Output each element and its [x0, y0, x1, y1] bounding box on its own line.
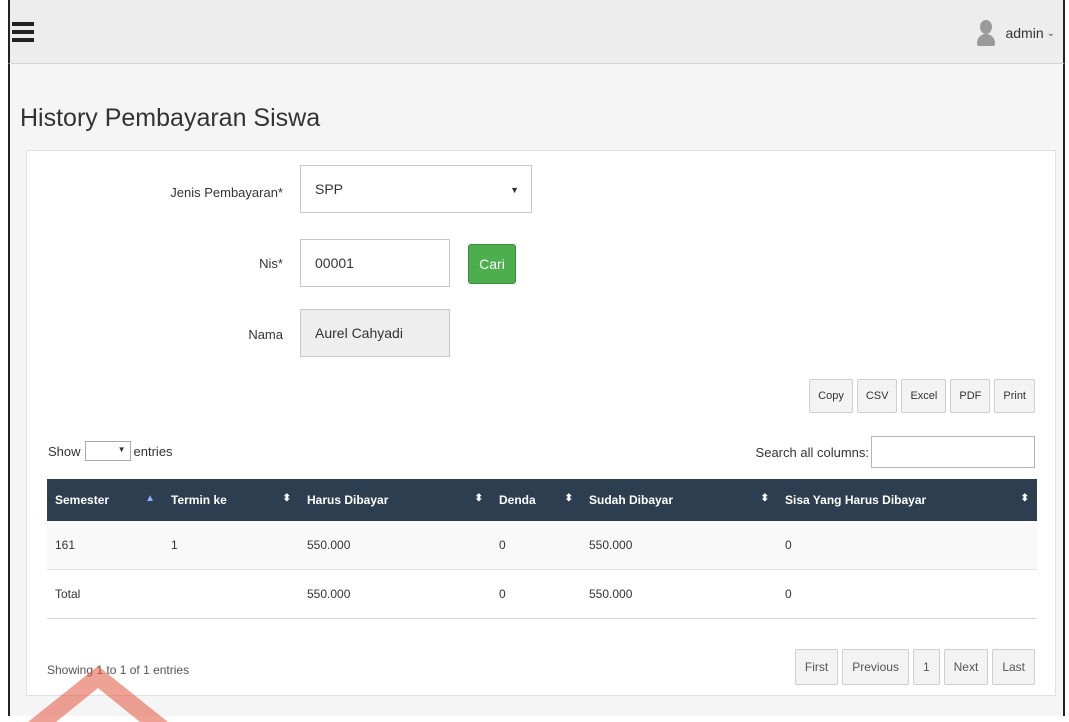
sort-icon: ⬍ — [1020, 493, 1029, 504]
nis-input[interactable]: 00001 — [300, 239, 450, 287]
table-header-row: Semester ▲ Termin ke ⬍ Harus Dibayar ⬍ D… — [47, 479, 1037, 521]
sort-icon: ⬍ — [760, 493, 769, 504]
cell-denda: 0 — [491, 569, 581, 619]
cell-sudah-dibayar: 550.000 — [581, 521, 777, 570]
sort-ascending-icon: ▲ — [145, 493, 155, 504]
sort-icon: ⬍ — [282, 493, 291, 504]
cell-termin — [163, 569, 299, 619]
last-page-button[interactable]: Last — [992, 649, 1035, 685]
sort-icon: ⬍ — [564, 493, 573, 504]
pagination: First Previous 1 Next Last — [791, 649, 1035, 685]
search-label: Search all columns: — [755, 444, 869, 460]
column-header-label: Sisa Yang Harus Dibayar — [785, 493, 927, 507]
table-row: 161 1 550.000 0 550.000 0 — [47, 521, 1037, 570]
csv-button[interactable]: CSV — [856, 379, 898, 413]
watermark-logo-icon — [28, 666, 168, 722]
column-header-harus-dibayar[interactable]: Harus Dibayar ⬍ — [299, 479, 491, 521]
copy-button[interactable]: Copy — [809, 379, 853, 413]
column-header-semester[interactable]: Semester ▲ — [47, 479, 163, 521]
table-search: Search all columns: — [756, 436, 1035, 468]
nama-field: Aurel Cahyadi — [300, 309, 450, 357]
cell-sisa: 0 — [777, 521, 1037, 570]
dropdown-arrow-icon: ▼ — [117, 445, 126, 454]
cell-denda: 0 — [491, 521, 581, 570]
column-header-termin[interactable]: Termin ke ⬍ — [163, 479, 299, 521]
hamburger-menu-icon[interactable] — [12, 22, 34, 42]
jenis-pembayaran-label: Jenis Pembayaran* — [170, 185, 283, 200]
cell-sudah-dibayar: 550.000 — [581, 569, 777, 619]
user-name: admin — [1005, 25, 1044, 41]
cell-harus-dibayar: 550.000 — [299, 521, 491, 570]
sort-icon: ⬍ — [474, 493, 483, 504]
excel-button[interactable]: Excel — [901, 379, 947, 413]
cell-harus-dibayar: 550.000 — [299, 569, 491, 619]
nis-value: 00001 — [315, 255, 354, 271]
jenis-pembayaran-value: SPP — [315, 181, 344, 197]
table-total-row: Total 550.000 0 550.000 0 — [47, 569, 1037, 619]
jenis-pembayaran-select[interactable]: SPP ▼ — [300, 165, 532, 213]
cell-sisa: 0 — [777, 569, 1037, 619]
show-label: Show — [48, 443, 81, 459]
cell-termin: 1 — [163, 521, 299, 570]
cell-semester: 161 — [47, 521, 163, 570]
dropdown-arrow-icon: ▼ — [510, 185, 519, 195]
user-menu[interactable]: admin ⌄ — [977, 20, 1055, 46]
column-header-denda[interactable]: Denda ⬍ — [491, 479, 581, 521]
chevron-down-icon: ⌄ — [1046, 27, 1055, 39]
content-panel: Jenis Pembayaran* SPP ▼ Nis* 00001 Cari … — [26, 150, 1056, 696]
column-header-sisa[interactable]: Sisa Yang Harus Dibayar ⬍ — [777, 479, 1037, 521]
previous-page-button[interactable]: Previous — [842, 649, 909, 685]
nama-value: Aurel Cahyadi — [315, 325, 403, 341]
page-length-control: Show ▼ entries — [48, 441, 173, 461]
column-header-label: Harus Dibayar — [307, 493, 389, 507]
search-input[interactable] — [871, 436, 1035, 468]
entries-label: entries — [133, 443, 173, 459]
next-page-button[interactable]: Next — [943, 649, 989, 685]
payment-history-table: Semester ▲ Termin ke ⬍ Harus Dibayar ⬍ D… — [47, 479, 1037, 619]
column-header-label: Termin ke — [171, 493, 227, 507]
page-title: History Pembayaran Siswa — [20, 104, 321, 132]
user-avatar-icon — [977, 20, 996, 46]
column-header-sudah-dibayar[interactable]: Sudah Dibayar ⬍ — [581, 479, 777, 521]
column-header-label: Sudah Dibayar — [589, 493, 674, 507]
nama-label: Nama — [248, 327, 283, 342]
page-1-button[interactable]: 1 — [912, 649, 940, 685]
page-length-select[interactable]: ▼ — [84, 441, 131, 461]
export-button-group: Copy CSV Excel PDF Print — [805, 379, 1035, 413]
column-header-label: Semester — [55, 493, 110, 507]
cell-total-label: Total — [47, 569, 163, 619]
print-button[interactable]: Print — [994, 379, 1035, 413]
cari-button[interactable]: Cari — [468, 244, 516, 284]
top-navbar: admin ⌄ — [8, 0, 1065, 64]
column-header-label: Denda — [499, 493, 536, 507]
nis-label: Nis* — [259, 256, 283, 271]
first-page-button[interactable]: First — [794, 649, 839, 685]
pdf-button[interactable]: PDF — [950, 379, 991, 413]
